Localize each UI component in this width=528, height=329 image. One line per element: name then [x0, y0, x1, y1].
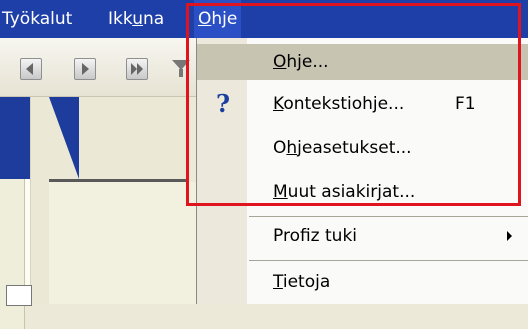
menu-ohje[interactable]: Ohje	[194, 0, 242, 38]
menu-ohje-label: hje	[211, 9, 238, 29]
menu-item-muut-label: uut asiakirjat...	[287, 182, 416, 202]
last-page-icon[interactable]	[126, 58, 148, 80]
menu-ikkuna[interactable]: Ikkuna	[108, 0, 164, 38]
menu-item-kontekstiohje-u: K	[273, 94, 284, 114]
menu-item-tietoja-label: ietoja	[282, 272, 331, 292]
left-panel	[0, 97, 31, 329]
menu-tyokalut[interactable]: Työkalut	[2, 0, 72, 38]
menu-item-ohjeasetukset-pre: O	[273, 138, 287, 158]
help-icon: ?	[215, 89, 231, 118]
first-page-icon[interactable]	[20, 58, 42, 80]
content-panel	[31, 97, 199, 304]
shortcut-f1: F1	[455, 94, 476, 114]
menu-separator-2	[249, 260, 528, 261]
menu-item-kontekstiohje-label: ontekstiohje...	[283, 94, 405, 114]
menu-tyokalut-label: Työkalut	[2, 9, 73, 29]
menu-ikkuna-label-a: Ikk	[108, 9, 133, 29]
menu-ohje-label-u: O	[198, 9, 212, 29]
menu-item-muut-u: M	[273, 182, 288, 202]
content-panel-body	[49, 182, 199, 304]
menu-item-profiz-tuki[interactable]: Profiz tuki	[197, 218, 528, 254]
menu-item-ohje-u: O	[273, 52, 287, 72]
menu-separator	[249, 216, 528, 217]
menu-bar: Työkalut Ikkuna Ohje	[0, 0, 528, 38]
menu-item-tietoja[interactable]: Tietoja	[197, 264, 528, 300]
status-box	[6, 285, 32, 306]
next-page-icon[interactable]	[74, 58, 96, 80]
filter-icon-stem	[179, 69, 183, 77]
menu-item-ohjeasetukset-label: jeasetukset...	[297, 138, 412, 158]
menu-item-kontekstiohje[interactable]: ? Kontekstiohje... F1	[197, 86, 528, 122]
menu-ikkuna-label-u: u	[132, 9, 143, 29]
menu-item-ohje[interactable]: Ohje...	[197, 44, 528, 80]
menu-ikkuna-label-b: na	[142, 9, 165, 29]
menu-item-profiz-label: Profiz tuki	[273, 226, 358, 246]
help-menu-dropdown: Ohje... ? Kontekstiohje... F1 Ohjeasetuk…	[196, 38, 528, 304]
menu-item-ohjeasetukset[interactable]: Ohjeasetukset...	[197, 130, 528, 166]
content-panel-header	[49, 97, 79, 179]
left-panel-header	[0, 97, 30, 179]
menu-item-ohjeasetukset-u: h	[286, 138, 298, 158]
menu-item-tietoja-u: T	[273, 272, 283, 292]
left-panel-body	[0, 179, 25, 329]
menu-item-muut-asiakirjat[interactable]: Muut asiakirjat...	[197, 174, 528, 210]
menu-item-ohje-label: hje...	[286, 52, 329, 72]
submenu-arrow-icon	[507, 231, 512, 241]
